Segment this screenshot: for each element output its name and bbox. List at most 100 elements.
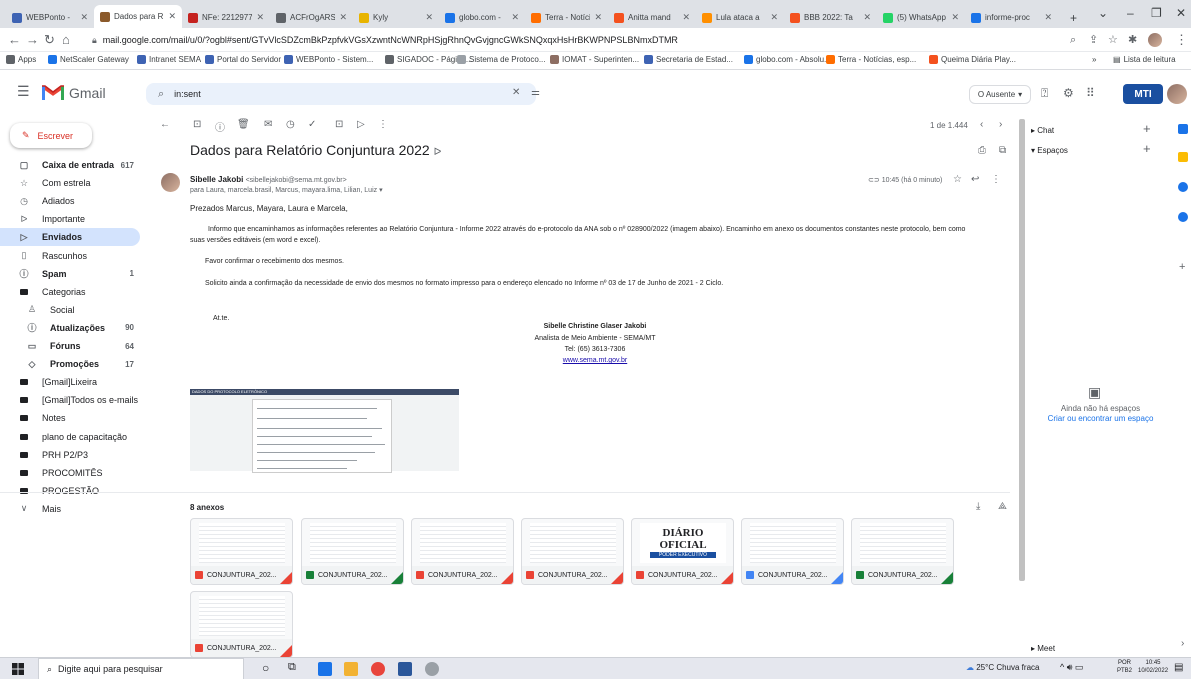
edge-icon[interactable] [318,662,332,676]
close-tab-icon[interactable]: ✕ [770,12,778,23]
sidebar-item[interactable]: [Gmail]Lixeira [0,373,140,391]
bookmark[interactable]: IOMAT - Superinten... [550,55,639,64]
recipients-caret-icon[interactable]: ▾ [379,187,383,194]
signature-link[interactable]: www.sema.mt.gov.br [0,357,1190,364]
weather[interactable]: ☁ 25°C Chuva fraca [966,663,1039,672]
main-menu-icon[interactable]: ☰ [17,83,30,100]
next-page-icon[interactable]: › [999,119,1002,130]
search-box[interactable]: ⌕ in:sent ✕ ⚌ [146,83,540,105]
sidebar-item[interactable]: Notes [0,409,140,427]
sidebar-item[interactable]: ▯ Rascunhos [0,247,140,265]
account-avatar[interactable] [1167,84,1187,104]
sidebar-item[interactable]: PROCOMITÊS [0,464,140,482]
more-icon[interactable]: ⋮ [378,119,388,130]
clock[interactable]: 10:45 10/02/2022 [1138,659,1168,675]
browser-tab[interactable]: BBB 2022: Ta ✕ [784,7,877,28]
sidebar-item[interactable]: PRH P2/P3 [0,446,140,464]
close-tab-icon[interactable]: ✕ [80,12,88,23]
attachment-card[interactable]: CONJUNTURA_202... [851,518,954,585]
search-options-icon[interactable]: ⚌ [531,87,540,98]
snooze-icon[interactable]: ◷ [286,119,295,130]
reply-icon[interactable]: ↩ [971,174,979,185]
sidebar-item[interactable]: ♙ Social [0,301,140,319]
sidebar-item[interactable]: ᐅ Importante [0,210,140,228]
attachment-card[interactable]: CONJUNTURA_202... [190,518,293,585]
taskbar-search-input[interactable]: Digite aqui para pesquisar [58,664,163,674]
bookmark[interactable]: WEBPonto - Sistem... [284,55,373,64]
calendar-icon[interactable] [1178,124,1188,134]
move-to-icon[interactable]: ⊡ [335,119,343,130]
star-message-icon[interactable]: ☆ [953,174,962,185]
taskbar-search[interactable]: ⌕ Digite aqui para pesquisar [38,658,244,679]
browser-tab[interactable]: Kyly ✕ [353,7,439,28]
close-tab-icon[interactable]: ✕ [951,12,959,23]
browser-tab[interactable]: Dados para R ✕ [94,5,182,28]
gmail-logo-icon[interactable] [42,84,64,100]
close-tab-icon[interactable]: ✕ [863,12,871,23]
notifications-icon[interactable]: ▤ [1174,662,1183,673]
spaces-toggle[interactable]: ▾ Espaços [1031,146,1068,155]
attachment-card[interactable]: CONJUNTURA_202... [301,518,404,585]
tray-icons[interactable]: ^ 🔊︎ ▭ [1060,662,1083,673]
browser-tab[interactable]: NFe: 2212977 ✕ [182,7,270,28]
close-tab-icon[interactable]: ✕ [168,11,176,22]
clear-search-icon[interactable]: ✕ [512,87,520,98]
file-explorer-icon[interactable] [344,662,358,676]
forward-icon[interactable]: → [26,32,39,48]
recipients[interactable]: para Laura, marcela.brasil, Marcus, maya… [190,186,383,194]
bookmark[interactable]: Apps [6,55,36,64]
profile-avatar[interactable] [1148,33,1162,47]
sidebar-item[interactable]: ⓘ Spam 1 [0,265,140,283]
bookmark-star-icon[interactable]: ☆ [1108,32,1118,48]
bookmark[interactable]: Portal do Servidor [205,55,281,64]
new-space-icon[interactable]: + [1143,141,1151,156]
browser-tab[interactable]: globo.com - ✕ [439,7,525,28]
close-tab-icon[interactable]: ✕ [1044,12,1052,23]
get-addons-icon[interactable]: + [1179,261,1185,273]
close-tab-icon[interactable]: ✕ [425,12,433,23]
apps-grid-icon[interactable]: ⠿ [1086,86,1095,100]
attachment-card[interactable]: DIÁRIO OFICIAL PODER EXECUTIVO CONJUNTURA_… [631,518,734,585]
sidebar-item[interactable]: plano de capacitação [0,428,140,446]
attachment-card[interactable]: CONJUNTURA_202... [741,518,844,585]
chrome-icon[interactable] [371,662,385,676]
bookmark[interactable]: Intranet SEMA [137,55,201,64]
add-to-drive-icon[interactable]: ⟁ [998,501,1007,512]
keep-icon[interactable] [1178,152,1188,162]
bookmarks-more[interactable]: » [1092,55,1096,64]
print-icon[interactable]: ⎙ [978,145,986,156]
search-icon[interactable]: ⌕ [158,88,164,101]
new-tab-button[interactable]: + [1064,7,1084,28]
org-badge[interactable]: MTI [1123,84,1163,104]
close-window-icon[interactable]: ✕ [1176,6,1186,20]
sender-avatar[interactable] [161,173,180,192]
archive-icon[interactable]: ⊡ [193,119,201,130]
bookmark[interactable]: Secretaria de Estad... [644,55,733,64]
settings-icon[interactable]: ⚙ [1063,86,1074,100]
tab-search-icon[interactable]: ⌄ [1098,6,1108,20]
protocol-image[interactable]: DADOS DO PROTOCOLO ELETRÔNICO [190,389,459,473]
mark-unread-icon[interactable]: ✉ [264,119,272,130]
meet-toggle[interactable]: ▸ Meet [1031,644,1055,653]
message-more-icon[interactable]: ⋮ [991,174,1001,185]
zoom-icon[interactable]: ⌕ [1070,32,1076,48]
browser-tab[interactable]: Lula ataca a ✕ [696,7,784,28]
close-tab-icon[interactable]: ✕ [594,12,602,23]
chat-toggle[interactable]: ▸ Chat [1031,126,1054,135]
attachment-card[interactable]: CONJUNTURA_202... [521,518,624,585]
expand-panel-icon[interactable]: › [1181,638,1184,649]
browser-tab[interactable]: informe-proc ✕ [965,7,1058,28]
close-tab-icon[interactable]: ✕ [682,12,690,23]
create-space-link[interactable]: Criar ou encontrar um espaço [1025,414,1176,423]
delete-icon[interactable]: 🗑︎ [237,119,250,130]
language-indicator[interactable]: POR PTB2 [1117,659,1132,675]
download-all-icon[interactable]: ⤓ [976,501,980,512]
close-tab-icon[interactable]: ✕ [511,12,519,23]
bookmark[interactable]: Sistema de Protoco... [457,55,545,64]
windows-start-icon[interactable] [12,663,24,675]
bookmark[interactable]: Queima Diária Play... [929,55,1016,64]
browser-tab[interactable]: ACFrOgARSG✕ [270,7,353,28]
contacts-icon[interactable] [1178,212,1188,222]
browser-tab[interactable]: (5) WhatsApp ✕ [877,7,965,28]
labels-icon[interactable]: ▷ [357,119,365,130]
